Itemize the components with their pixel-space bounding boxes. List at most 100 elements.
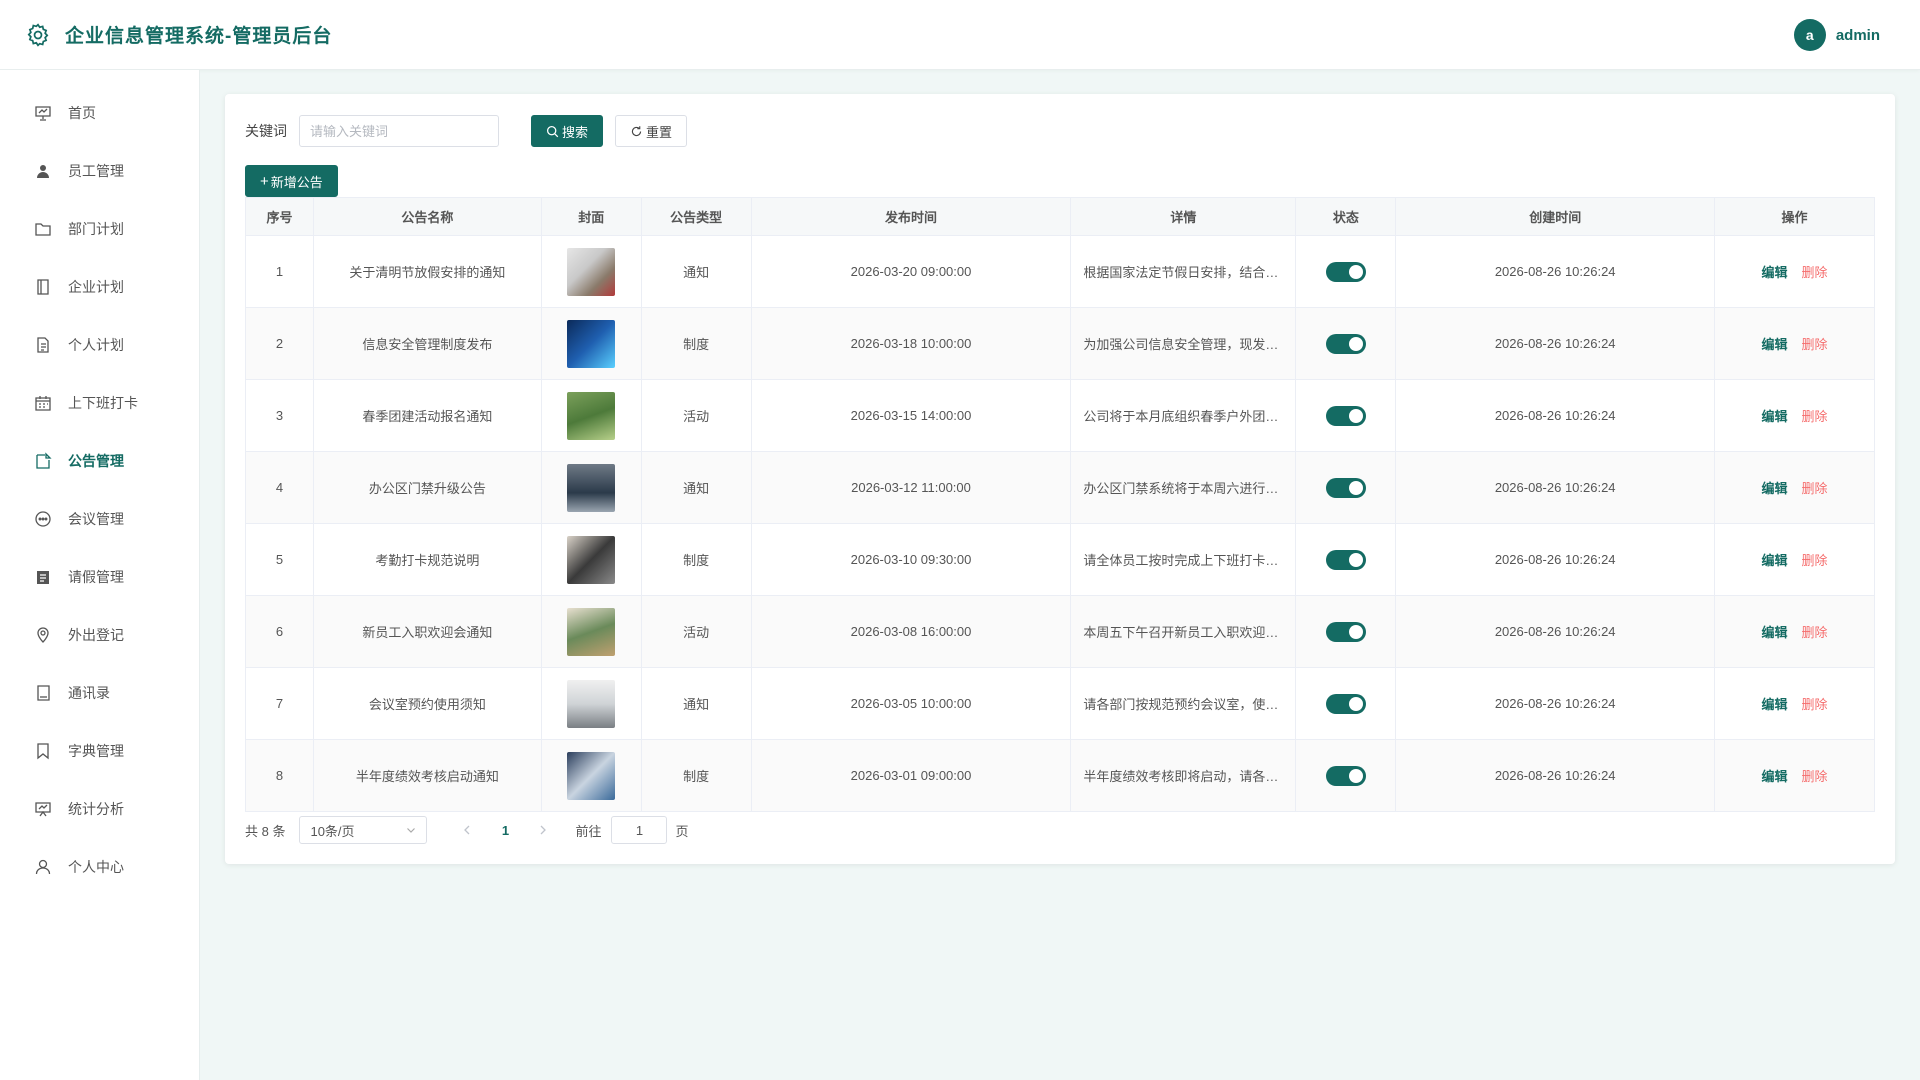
status-toggle[interactable] (1325, 549, 1366, 570)
cover-cell (540, 235, 642, 308)
created-time: 2026-08-26 10:26:24 (1395, 379, 1716, 452)
username[interactable]: admin (1836, 27, 1880, 44)
status-toggle[interactable] (1325, 765, 1366, 786)
reset-button[interactable]: 重置 (615, 115, 688, 147)
col-header[interactable]: 公告类型 (640, 197, 752, 236)
col-header[interactable]: 发布时间 (750, 197, 1072, 236)
col-header[interactable]: 序号 (245, 197, 314, 236)
search-button[interactable]: 搜索 (531, 115, 604, 147)
status-toggle[interactable] (1325, 693, 1366, 714)
refresh-icon (630, 125, 643, 138)
table-row[interactable]: 7 会议室预约使用须知 通知 2026-03-05 10:00:00 请各部门按规范预约… (245, 667, 1875, 740)
add-notice-button[interactable]: + 新增公告 (245, 165, 338, 197)
delete-button[interactable]: 删除 (1802, 553, 1828, 568)
add-notice-label: 新增公告 (270, 174, 323, 190)
search-icon (546, 125, 559, 138)
sidebar-item-7[interactable]: 会议管理 (0, 490, 199, 548)
sidebar-item-12[interactable]: 统计分析 (0, 780, 199, 838)
search-bar: 关键词 搜索 重置 (245, 115, 688, 147)
status-toggle[interactable] (1325, 477, 1366, 498)
table-row[interactable]: 8 半年度绩效考核启动通知 制度 2026-03-01 09:00:00 半年度绩效考核… (245, 739, 1875, 812)
col-header[interactable]: 操作 (1714, 197, 1875, 236)
status-cell (1295, 667, 1397, 740)
col-header[interactable]: 封面 (540, 197, 642, 236)
sidebar-item-9[interactable]: 外出登记 (0, 606, 199, 664)
goto-page-input[interactable] (611, 816, 668, 844)
search-button-label: 搜索 (562, 124, 589, 140)
cover-image[interactable] (567, 751, 616, 800)
cover-image[interactable] (567, 391, 616, 440)
delete-button[interactable]: 删除 (1802, 265, 1828, 280)
notice-detail: 半年度绩效考核即将启动，请各部门做好准备工作 (1083, 769, 1283, 784)
cover-image[interactable] (567, 679, 616, 728)
delete-button[interactable]: 删除 (1802, 337, 1828, 352)
status-cell (1295, 523, 1397, 596)
prev-page-button[interactable] (453, 823, 481, 838)
next-page-button[interactable] (529, 823, 557, 838)
cover-image[interactable] (567, 247, 616, 296)
notice-detail: 请全体员工按时完成上下班打卡，如有异常及时申报 (1083, 553, 1283, 568)
col-header[interactable]: 公告名称 (312, 197, 542, 236)
chat-icon (34, 510, 52, 528)
table-row[interactable]: 1 关于清明节放假安排的通知 通知 2026-03-20 09:00:00 根据国家法定… (245, 235, 1875, 308)
table-row[interactable]: 6 新员工入职欢迎会通知 活动 2026-03-08 16:00:00 本周五下午召开新… (245, 595, 1875, 668)
page-size-value: 10条/页 (310, 823, 355, 839)
cover-image[interactable] (567, 463, 616, 512)
status-toggle[interactable] (1325, 261, 1366, 282)
cover-image[interactable] (567, 607, 616, 656)
status-toggle[interactable] (1325, 405, 1366, 426)
page-size-select[interactable]: 10条/页 (299, 816, 428, 844)
edit-button[interactable]: 编辑 (1762, 553, 1788, 568)
sidebar-item-5[interactable]: 上下班打卡 (0, 374, 199, 432)
table-row[interactable]: 2 信息安全管理制度发布 制度 2026-03-18 10:00:00 为加强公司信息安… (245, 307, 1875, 380)
sidebar-item-11[interactable]: 字典管理 (0, 722, 199, 780)
edit-button[interactable]: 编辑 (1762, 697, 1788, 712)
col-header[interactable]: 状态 (1295, 197, 1397, 236)
row-no: 2 (245, 307, 314, 380)
notice-detail: 办公区门禁系统将于本周六进行升级维护，届时请注意 (1083, 481, 1283, 496)
table-row[interactable]: 4 办公区门禁升级公告 通知 2026-03-12 11:00:00 办公区门禁系统将于… (245, 451, 1875, 524)
sidebar-item-4[interactable]: 个人计划 (0, 316, 199, 374)
delete-button[interactable]: 删除 (1802, 409, 1828, 424)
page-number[interactable]: 1 (491, 823, 519, 838)
status-toggle[interactable] (1325, 333, 1366, 354)
table-row[interactable]: 5 考勤打卡规范说明 制度 2026-03-10 09:30:00 请全体员工按时完成上… (245, 523, 1875, 596)
sidebar-item-10[interactable]: 通讯录 (0, 664, 199, 722)
notice-name: 新员工入职欢迎会通知 (312, 595, 542, 668)
sidebar: 首页 员工管理 部门计划 企业计划 个人计划 上下班打卡 公告管理 会议管理 请假管理 外出登记通… (0, 70, 200, 1080)
notice-name: 信息安全管理制度发布 (312, 307, 542, 380)
sidebar-item-1[interactable]: 员工管理 (0, 142, 199, 200)
row-no: 4 (245, 451, 314, 524)
sidebar-item-8[interactable]: 请假管理 (0, 548, 199, 606)
user-menu[interactable]: a admin (1793, 19, 1880, 51)
sidebar-item-0[interactable]: 首页 (0, 84, 199, 142)
delete-button[interactable]: 删除 (1802, 769, 1828, 784)
sidebar-item-6[interactable]: 公告管理 (0, 432, 199, 490)
col-header[interactable]: 创建时间 (1395, 197, 1716, 236)
notice-detail: 本周五下午召开新员工入职欢迎会，请相关人员准时参加 (1083, 625, 1283, 640)
edit-button[interactable]: 编辑 (1762, 769, 1788, 784)
edit-button[interactable]: 编辑 (1762, 481, 1788, 496)
avatar[interactable]: a (1793, 19, 1826, 51)
edit-button[interactable]: 编辑 (1762, 337, 1788, 352)
col-header[interactable]: 详情 (1070, 197, 1297, 236)
row-no: 3 (245, 379, 314, 452)
edit-button[interactable]: 编辑 (1762, 625, 1788, 640)
notice-type: 通知 (640, 235, 752, 308)
cover-image[interactable] (567, 319, 616, 368)
table-row[interactable]: 3 春季团建活动报名通知 活动 2026-03-15 14:00:00 公司将于本月底组… (245, 379, 1875, 452)
cover-image[interactable] (567, 535, 616, 584)
sidebar-item-13[interactable]: 个人中心 (0, 838, 199, 896)
edit-button[interactable]: 编辑 (1762, 409, 1788, 424)
delete-button[interactable]: 删除 (1802, 697, 1828, 712)
keyword-input[interactable] (299, 115, 499, 147)
pagination: 共 8 条 10条/页 1 前往 页 (245, 816, 689, 844)
sidebar-item-2[interactable]: 部门计划 (0, 200, 199, 258)
plus-icon: + (260, 172, 269, 190)
edit-button[interactable]: 编辑 (1762, 265, 1788, 280)
row-no: 5 (245, 523, 314, 596)
delete-button[interactable]: 删除 (1802, 625, 1828, 640)
delete-button[interactable]: 删除 (1802, 481, 1828, 496)
status-toggle[interactable] (1325, 621, 1366, 642)
sidebar-item-3[interactable]: 企业计划 (0, 258, 199, 316)
